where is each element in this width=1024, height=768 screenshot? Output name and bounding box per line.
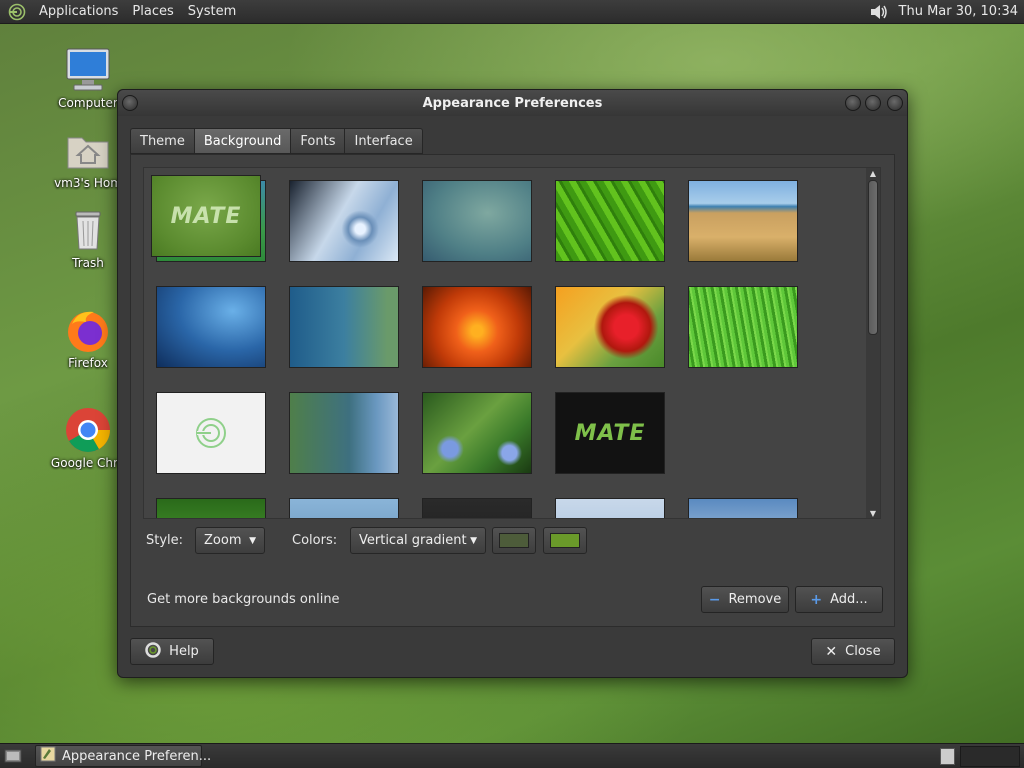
wallpaper-thumb[interactable]: MATE bbox=[151, 175, 261, 257]
wallpaper-thumb[interactable] bbox=[289, 286, 399, 368]
window-menu-button[interactable] bbox=[122, 95, 138, 111]
remove-label: Remove bbox=[728, 592, 782, 607]
wallpaper-thumb[interactable]: MATE bbox=[555, 392, 665, 474]
color2-button[interactable] bbox=[543, 527, 587, 554]
wallpaper-gallery[interactable]: MATE MATE ▲ ▼ bbox=[143, 167, 881, 519]
background-panel: MATE MATE ▲ ▼ Style: Zoom ▼ Colors: Vert… bbox=[130, 154, 895, 627]
wallpaper-thumb[interactable] bbox=[555, 180, 665, 262]
close-button[interactable]: ✕ Close bbox=[811, 638, 895, 665]
wallpaper-thumb[interactable] bbox=[422, 286, 532, 368]
mate-wordmark: MATE bbox=[170, 203, 242, 229]
scroll-up-arrow-icon[interactable]: ▲ bbox=[866, 168, 880, 178]
minus-icon: − bbox=[708, 591, 721, 608]
add-button[interactable]: + Add... bbox=[795, 586, 883, 613]
tab-interface[interactable]: Interface bbox=[344, 128, 423, 154]
wallpaper-thumb[interactable] bbox=[156, 498, 266, 518]
volume-icon[interactable] bbox=[867, 1, 891, 23]
clock[interactable]: Thu Mar 30, 10:34 bbox=[899, 4, 1024, 19]
style-dropdown[interactable]: Zoom ▼ bbox=[195, 527, 265, 554]
add-label: Add... bbox=[830, 592, 868, 607]
wallpaper-thumb[interactable] bbox=[555, 286, 665, 368]
style-label: Style: bbox=[146, 533, 184, 548]
mate-logo-icon[interactable] bbox=[6, 1, 28, 23]
mate-logo-icon bbox=[196, 418, 226, 448]
tab-bar: Theme Background Fonts Interface bbox=[130, 128, 423, 154]
close-label: Close bbox=[845, 644, 881, 659]
colors-value: Vertical gradient bbox=[359, 533, 467, 548]
window-titlebar[interactable]: Appearance Preferences bbox=[118, 90, 907, 116]
scroll-down-arrow-icon[interactable]: ▼ bbox=[866, 508, 880, 518]
tab-fonts[interactable]: Fonts bbox=[290, 128, 345, 154]
wallpaper-thumb[interactable] bbox=[156, 286, 266, 368]
task-label: Appearance Preferen... bbox=[62, 748, 212, 764]
plus-icon: + bbox=[810, 591, 823, 608]
wallpaper-thumb[interactable] bbox=[289, 392, 399, 474]
wallpaper-thumb[interactable] bbox=[422, 180, 532, 262]
window-title: Appearance Preferences bbox=[422, 95, 603, 111]
minimize-button[interactable] bbox=[845, 95, 861, 111]
top-panel: Applications Places System Thu Mar 30, 1… bbox=[0, 0, 1024, 24]
wallpaper-thumb[interactable] bbox=[422, 498, 532, 518]
home-folder-icon bbox=[64, 126, 112, 174]
color2-swatch bbox=[550, 533, 580, 548]
appearance-window: Appearance Preferences Theme Background … bbox=[117, 89, 908, 678]
colors-label: Colors: bbox=[292, 533, 338, 548]
tab-background[interactable]: Background bbox=[193, 128, 291, 154]
menu-applications[interactable]: Applications bbox=[32, 4, 125, 19]
style-value: Zoom bbox=[204, 533, 242, 548]
workspace-switcher[interactable] bbox=[940, 748, 955, 765]
remove-button[interactable]: − Remove bbox=[701, 586, 789, 613]
computer-icon bbox=[64, 46, 112, 94]
close-window-button[interactable] bbox=[887, 95, 903, 111]
show-desktop-icon[interactable] bbox=[4, 748, 22, 768]
scrollbar-thumb[interactable] bbox=[868, 180, 878, 335]
get-more-backgrounds-link[interactable]: Get more backgrounds online bbox=[147, 592, 340, 607]
help-label: Help bbox=[169, 644, 199, 659]
gallery-scrollbar[interactable]: ▲ ▼ bbox=[866, 168, 880, 518]
chevron-down-icon: ▼ bbox=[249, 535, 256, 546]
bottom-panel: Appearance Preferen... bbox=[0, 743, 1024, 768]
wallpaper-thumb[interactable] bbox=[422, 392, 532, 474]
help-button[interactable]: Help bbox=[130, 638, 214, 665]
menu-places[interactable]: Places bbox=[125, 4, 180, 19]
help-icon bbox=[145, 641, 161, 662]
wallpaper-thumb[interactable] bbox=[289, 498, 399, 518]
chevron-down-icon: ▼ bbox=[470, 535, 477, 546]
wallpaper-thumb[interactable] bbox=[688, 498, 798, 518]
wallpaper-thumb[interactable] bbox=[156, 392, 266, 474]
maximize-button[interactable] bbox=[865, 95, 881, 111]
wallpaper-thumb[interactable] bbox=[688, 286, 798, 368]
menu-system[interactable]: System bbox=[181, 4, 243, 19]
mate-wordmark: MATE bbox=[574, 420, 646, 446]
wallpaper-thumb[interactable] bbox=[555, 498, 665, 518]
appearance-app-icon bbox=[40, 746, 56, 766]
task-appearance-preferences[interactable]: Appearance Preferen... bbox=[35, 745, 211, 767]
tab-theme[interactable]: Theme bbox=[130, 128, 194, 154]
chrome-icon bbox=[64, 406, 112, 454]
wallpaper-thumb[interactable] bbox=[688, 180, 798, 262]
close-icon: ✕ bbox=[825, 643, 838, 660]
color1-swatch bbox=[499, 533, 529, 548]
color1-button[interactable] bbox=[492, 527, 536, 554]
colors-dropdown[interactable]: Vertical gradient ▼ bbox=[350, 527, 486, 554]
workspace-2[interactable] bbox=[960, 746, 1020, 767]
firefox-icon bbox=[64, 306, 112, 354]
trash-icon bbox=[64, 206, 112, 254]
wallpaper-thumb[interactable] bbox=[289, 180, 399, 262]
